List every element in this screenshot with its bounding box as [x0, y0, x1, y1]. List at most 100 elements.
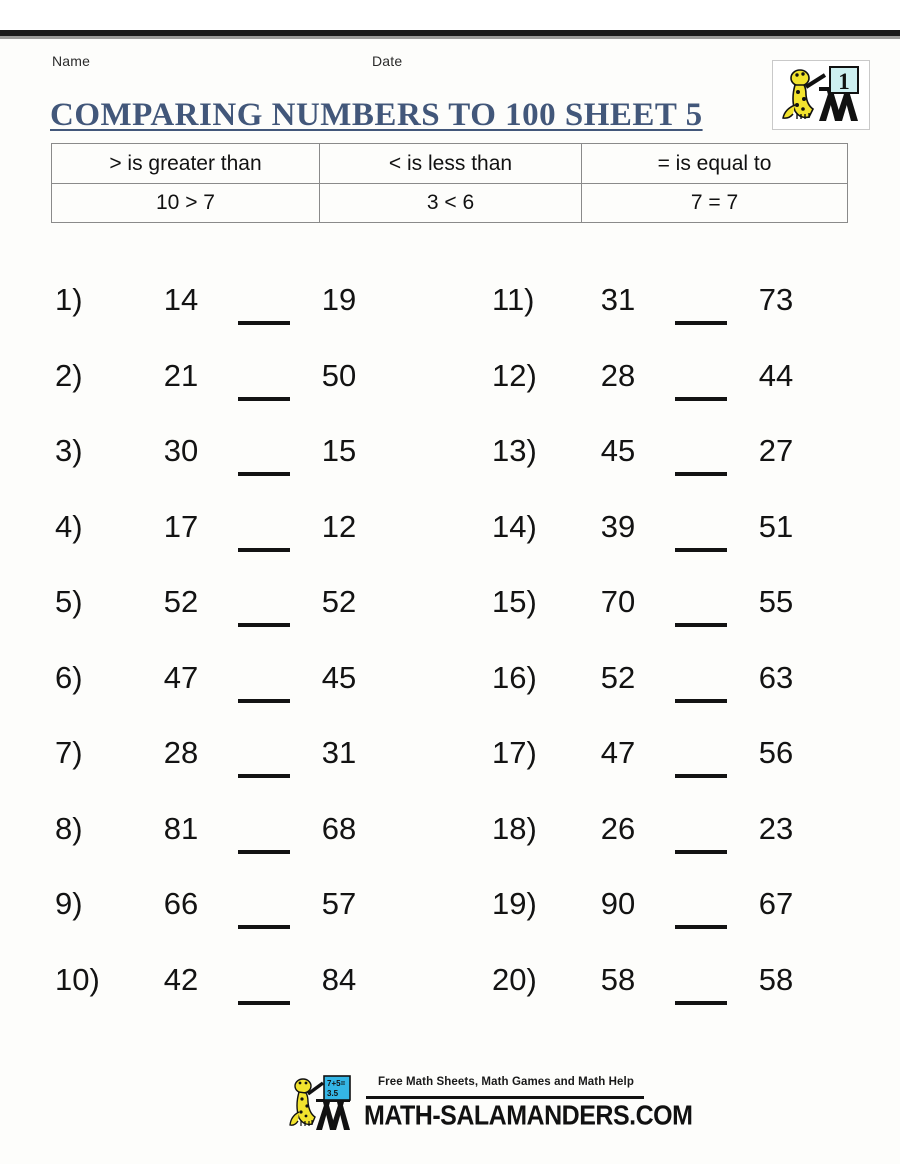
answer-blank[interactable]	[675, 472, 727, 476]
comparison-symbols-legend-table: > is greater than < is less than = is eq…	[51, 143, 848, 223]
answer-blank[interactable]	[238, 321, 290, 325]
answer-blank[interactable]	[238, 849, 290, 854]
problem-number: 11)	[492, 282, 535, 317]
problem-number: 15)	[492, 584, 537, 619]
problem-row: 2) 21 50	[55, 346, 395, 422]
legend-equal-to-label: = is equal to	[581, 143, 848, 184]
problem-number: 10)	[55, 961, 100, 997]
answer-blank[interactable]	[675, 321, 727, 325]
problem-row: 12) 28 44	[492, 346, 832, 422]
scan-edge-gray-band	[0, 36, 900, 39]
problem-left-operand: 52	[600, 659, 636, 695]
problem-number: 1)	[55, 282, 83, 317]
problem-number: 8)	[55, 810, 83, 846]
problem-row: 4) 17 12	[55, 497, 395, 573]
problem-row: 6) 47 45	[55, 648, 395, 724]
problem-row: 9) 66 57	[55, 874, 395, 950]
problem-number: 19)	[492, 886, 537, 921]
footer-branding: 7+5= 3.5 Free Math Sheets, Math Games an…	[286, 1068, 693, 1140]
problem-left-operand: 21	[163, 357, 199, 393]
answer-blank[interactable]	[238, 396, 290, 401]
problem-left-operand: 81	[163, 810, 199, 846]
problem-number: 9)	[55, 886, 83, 921]
problem-left-operand: 66	[163, 886, 199, 921]
problem-left-operand: 52	[163, 584, 199, 619]
problem-number: 6)	[55, 659, 83, 695]
problem-row: 19) 90 67	[492, 874, 832, 950]
problems-right-column: 11) 31 73 12) 28 44 13) 45 27 14) 39 51 15) 70 55 16) 52…	[492, 270, 832, 1025]
answer-blank[interactable]	[675, 849, 727, 854]
problem-right-operand: 68	[321, 810, 357, 846]
answer-blank[interactable]	[675, 623, 727, 627]
problem-row: 13) 45 27	[492, 421, 832, 497]
problem-left-operand: 58	[600, 961, 636, 997]
answer-blank[interactable]	[238, 925, 290, 929]
problem-row: 3) 30 15	[55, 421, 395, 497]
answer-blank[interactable]	[238, 774, 290, 778]
answer-blank[interactable]	[238, 1000, 290, 1005]
problem-right-operand: 63	[758, 659, 794, 695]
svg-text:3.5: 3.5	[327, 1089, 339, 1098]
problem-right-operand: 84	[321, 961, 357, 997]
problem-left-operand: 45	[600, 433, 636, 468]
problem-left-operand: 30	[163, 433, 199, 468]
problem-row: 7) 28 31	[55, 723, 395, 799]
worksheet-page: Name Date COMPARING NUMBERS TO 100 SHEET…	[0, 0, 900, 1164]
problem-number: 13)	[492, 433, 537, 468]
answer-blank[interactable]	[238, 623, 290, 627]
problem-left-operand: 17	[163, 508, 199, 544]
problem-row: 10) 42 84	[55, 950, 395, 1026]
answer-blank[interactable]	[675, 925, 727, 929]
answer-blank[interactable]	[238, 547, 290, 552]
problem-right-operand: 58	[758, 961, 794, 997]
problem-number: 4)	[55, 508, 83, 544]
problem-row: 18) 26 23	[492, 799, 832, 875]
problem-right-operand: 44	[758, 357, 794, 393]
problem-row: 16) 52 63	[492, 648, 832, 724]
answer-blank[interactable]	[675, 698, 727, 703]
problem-number: 18)	[492, 810, 537, 846]
problem-number: 5)	[55, 584, 83, 619]
problem-right-operand: 45	[321, 659, 357, 695]
answer-blank[interactable]	[238, 698, 290, 703]
problem-left-operand: 31	[600, 282, 636, 317]
answer-blank[interactable]	[675, 774, 727, 778]
date-field-label: Date	[372, 53, 403, 69]
problems-left-column: 1) 14 19 2) 21 50 3) 30 15 4) 17 12 5) 52 52 6) 47 45 7) 28…	[55, 270, 395, 1025]
legend-header-row: > is greater than < is less than = is eq…	[51, 143, 848, 184]
answer-blank[interactable]	[238, 472, 290, 476]
problem-right-operand: 52	[321, 584, 357, 619]
problem-right-operand: 56	[758, 735, 794, 770]
math-salamanders-footer-logo-icon: 7+5= 3.5	[289, 1075, 351, 1130]
legend-less-than-example: 3 < 6	[319, 183, 582, 223]
page-title: COMPARING NUMBERS TO 100 SHEET 5	[50, 97, 703, 133]
problem-row: 17) 47 56	[492, 723, 832, 799]
problem-number: 12)	[492, 357, 537, 393]
problem-number: 7)	[55, 735, 83, 770]
problem-left-operand: 39	[600, 508, 636, 544]
problem-row: 11) 31 73	[492, 270, 832, 346]
problem-right-operand: 23	[758, 810, 794, 846]
page-top-margin	[0, 0, 900, 30]
problem-row: 15) 70 55	[492, 572, 832, 648]
problem-right-operand: 50	[321, 357, 357, 393]
answer-blank[interactable]	[675, 547, 727, 552]
problem-right-operand: 55	[758, 584, 794, 619]
answer-blank[interactable]	[675, 396, 727, 401]
svg-text:7+5=: 7+5=	[327, 1079, 346, 1088]
problem-left-operand: 47	[163, 659, 199, 695]
salamander-grade-badge-icon: 1	[782, 66, 859, 121]
footer-divider	[366, 1096, 644, 1099]
answer-blank[interactable]	[675, 1000, 727, 1005]
problem-left-operand: 14	[163, 282, 199, 317]
problem-row: 1) 14 19	[55, 270, 395, 346]
problem-left-operand: 42	[163, 961, 199, 997]
problem-number: 14)	[492, 508, 537, 544]
footer-tagline: Free Math Sheets, Math Games and Math He…	[378, 1076, 634, 1088]
problem-right-operand: 15	[321, 433, 357, 468]
problem-number: 3)	[55, 433, 83, 468]
problem-row: 8) 81 68	[55, 799, 395, 875]
problem-number: 2)	[55, 357, 83, 393]
problem-right-operand: 27	[758, 433, 794, 468]
badge-grade-number: 1	[838, 69, 850, 94]
